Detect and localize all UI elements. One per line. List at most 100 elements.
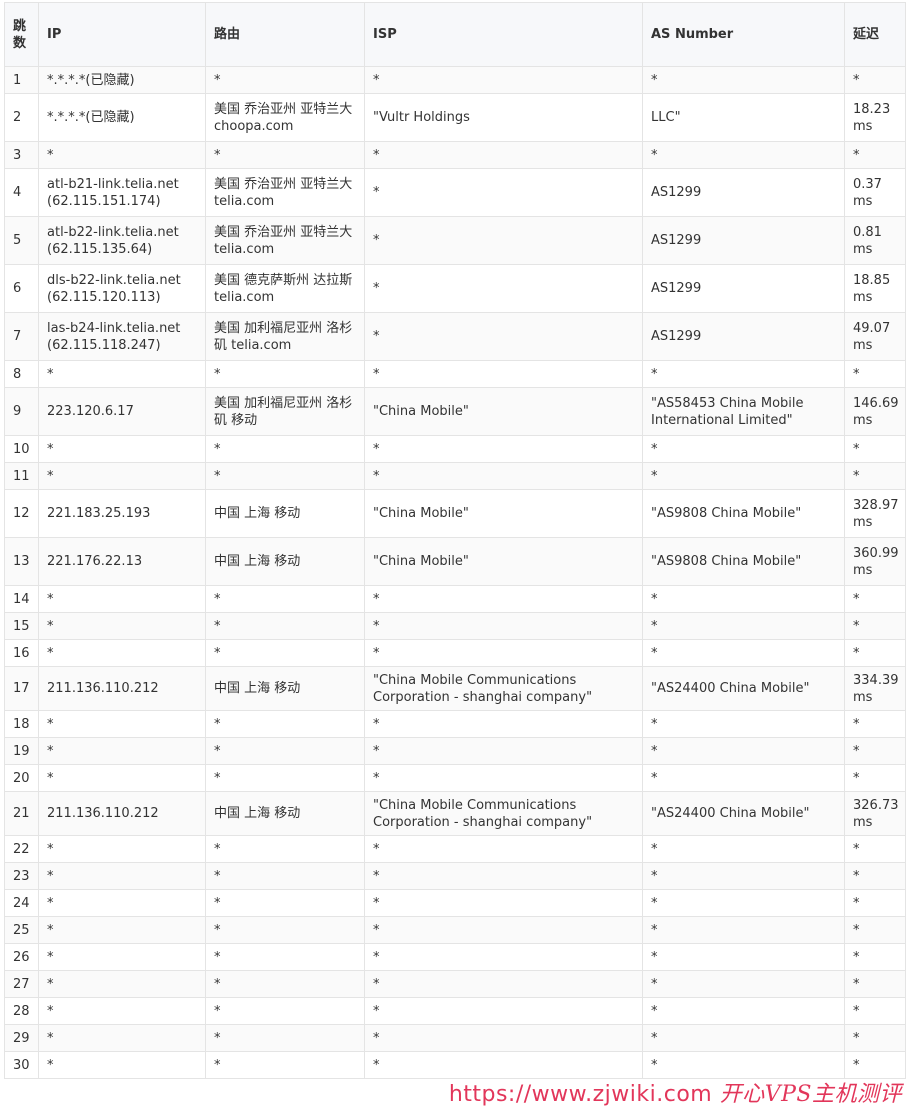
cell-route: * bbox=[205, 1024, 365, 1052]
cell-route: * bbox=[205, 1051, 365, 1079]
cell-as: "AS9808 China Mobile" bbox=[642, 537, 845, 586]
table-row: 5 atl-b22-link.telia.net (62.115.135.64) 美… bbox=[4, 216, 906, 265]
cell-isp: * bbox=[364, 710, 643, 738]
cell-hop: 16 bbox=[4, 639, 39, 667]
cell-as: * bbox=[642, 585, 845, 613]
cell-latency: * bbox=[844, 862, 906, 890]
cell-ip: * bbox=[38, 764, 206, 792]
cell-latency: * bbox=[844, 585, 906, 613]
cell-ip: * bbox=[38, 835, 206, 863]
cell-isp: * bbox=[364, 462, 643, 490]
cell-as: * bbox=[642, 141, 845, 169]
cell-as: * bbox=[642, 612, 845, 640]
cell-latency: * bbox=[844, 835, 906, 863]
cell-hop: 25 bbox=[4, 916, 39, 944]
cell-latency: * bbox=[844, 360, 906, 388]
cell-isp: * bbox=[364, 264, 643, 313]
cell-as: * bbox=[642, 997, 845, 1025]
cell-as: * bbox=[642, 710, 845, 738]
cell-ip: 211.136.110.212 bbox=[38, 666, 206, 711]
cell-ip: * bbox=[38, 1051, 206, 1079]
cell-ip: * bbox=[38, 585, 206, 613]
cell-isp: * bbox=[364, 835, 643, 863]
cell-latency: 0.37 ms bbox=[844, 168, 906, 217]
cell-as: * bbox=[642, 943, 845, 971]
cell-ip: * bbox=[38, 360, 206, 388]
table-row: 20 * * * * * bbox=[4, 764, 906, 792]
table-row: 22 * * * * * bbox=[4, 835, 906, 863]
cell-ip: 211.136.110.212 bbox=[38, 791, 206, 836]
cell-latency: * bbox=[844, 639, 906, 667]
cell-as: AS1299 bbox=[642, 216, 845, 265]
cell-latency: * bbox=[844, 710, 906, 738]
cell-isp: * bbox=[364, 312, 643, 361]
cell-ip: * bbox=[38, 141, 206, 169]
cell-route: * bbox=[205, 835, 365, 863]
header-isp: ISP bbox=[364, 2, 643, 67]
cell-ip: dls-b22-link.telia.net (62.115.120.113) bbox=[38, 264, 206, 313]
table-row: 21 211.136.110.212 中国 上海 移动 "China Mobile C… bbox=[4, 791, 906, 836]
header-hop: 跳数 bbox=[4, 2, 39, 67]
table-row: 27 * * * * * bbox=[4, 970, 906, 998]
cell-hop: 3 bbox=[4, 141, 39, 169]
cell-hop: 10 bbox=[4, 435, 39, 463]
cell-as: * bbox=[642, 737, 845, 765]
cell-route: * bbox=[205, 862, 365, 890]
cell-hop: 4 bbox=[4, 168, 39, 217]
cell-hop: 19 bbox=[4, 737, 39, 765]
cell-latency: * bbox=[844, 889, 906, 917]
cell-latency: 18.85 ms bbox=[844, 264, 906, 313]
cell-ip: * bbox=[38, 1024, 206, 1052]
cell-latency: * bbox=[844, 943, 906, 971]
cell-as: * bbox=[642, 66, 845, 94]
cell-hop: 20 bbox=[4, 764, 39, 792]
watermark: https://www.zjwiki.com 开心VPS主机测评 bbox=[449, 1076, 902, 1108]
table-row: 18 * * * * * bbox=[4, 710, 906, 738]
cell-hop: 9 bbox=[4, 387, 39, 436]
table-row: 13 221.176.22.13 中国 上海 移动 "China Mobile" "AS… bbox=[4, 537, 906, 586]
cell-isp: * bbox=[364, 66, 643, 94]
cell-hop: 27 bbox=[4, 970, 39, 998]
watermark-text: 开心VPS主机测评 bbox=[719, 1082, 902, 1107]
cell-isp: * bbox=[364, 889, 643, 917]
cell-latency: * bbox=[844, 435, 906, 463]
cell-route: * bbox=[205, 943, 365, 971]
cell-isp: * bbox=[364, 639, 643, 667]
cell-hop: 22 bbox=[4, 835, 39, 863]
cell-isp: * bbox=[364, 216, 643, 265]
cell-isp: * bbox=[364, 1024, 643, 1052]
cell-isp: "China Mobile Communications Corporation… bbox=[364, 791, 643, 836]
table-header: 跳数 IP 路由 ISP AS Number 延迟 bbox=[4, 2, 906, 67]
table-row: 30 * * * * * bbox=[4, 1051, 906, 1079]
table-row: 10 * * * * * bbox=[4, 435, 906, 463]
cell-latency: * bbox=[844, 764, 906, 792]
cell-ip: 221.183.25.193 bbox=[38, 489, 206, 538]
cell-route: * bbox=[205, 585, 365, 613]
table-row: 15 * * * * * bbox=[4, 612, 906, 640]
cell-latency: 146.69 ms bbox=[844, 387, 906, 436]
cell-hop: 13 bbox=[4, 537, 39, 586]
cell-as: AS1299 bbox=[642, 264, 845, 313]
header-route: 路由 bbox=[205, 2, 365, 67]
header-as-number: AS Number bbox=[642, 2, 845, 67]
cell-isp: * bbox=[364, 997, 643, 1025]
cell-isp: * bbox=[364, 360, 643, 388]
cell-route: 美国 乔治亚州 亚特兰大 telia.com bbox=[205, 168, 365, 217]
cell-latency: * bbox=[844, 612, 906, 640]
table-row: 6 dls-b22-link.telia.net (62.115.120.113)… bbox=[4, 264, 906, 313]
cell-ip: * bbox=[38, 737, 206, 765]
cell-route: * bbox=[205, 889, 365, 917]
table-row: 14 * * * * * bbox=[4, 585, 906, 613]
cell-route: 中国 上海 移动 bbox=[205, 537, 365, 586]
table-row: 26 * * * * * bbox=[4, 943, 906, 971]
cell-isp: "China Mobile" bbox=[364, 387, 643, 436]
cell-ip: las-b24-link.telia.net (62.115.118.247) bbox=[38, 312, 206, 361]
cell-ip: *.*.*.*(已隐藏) bbox=[38, 66, 206, 94]
cell-route: * bbox=[205, 66, 365, 94]
cell-hop: 6 bbox=[4, 264, 39, 313]
cell-as: * bbox=[642, 835, 845, 863]
cell-ip: * bbox=[38, 612, 206, 640]
table-row: 29 * * * * * bbox=[4, 1024, 906, 1052]
cell-ip: * bbox=[38, 997, 206, 1025]
cell-hop: 14 bbox=[4, 585, 39, 613]
